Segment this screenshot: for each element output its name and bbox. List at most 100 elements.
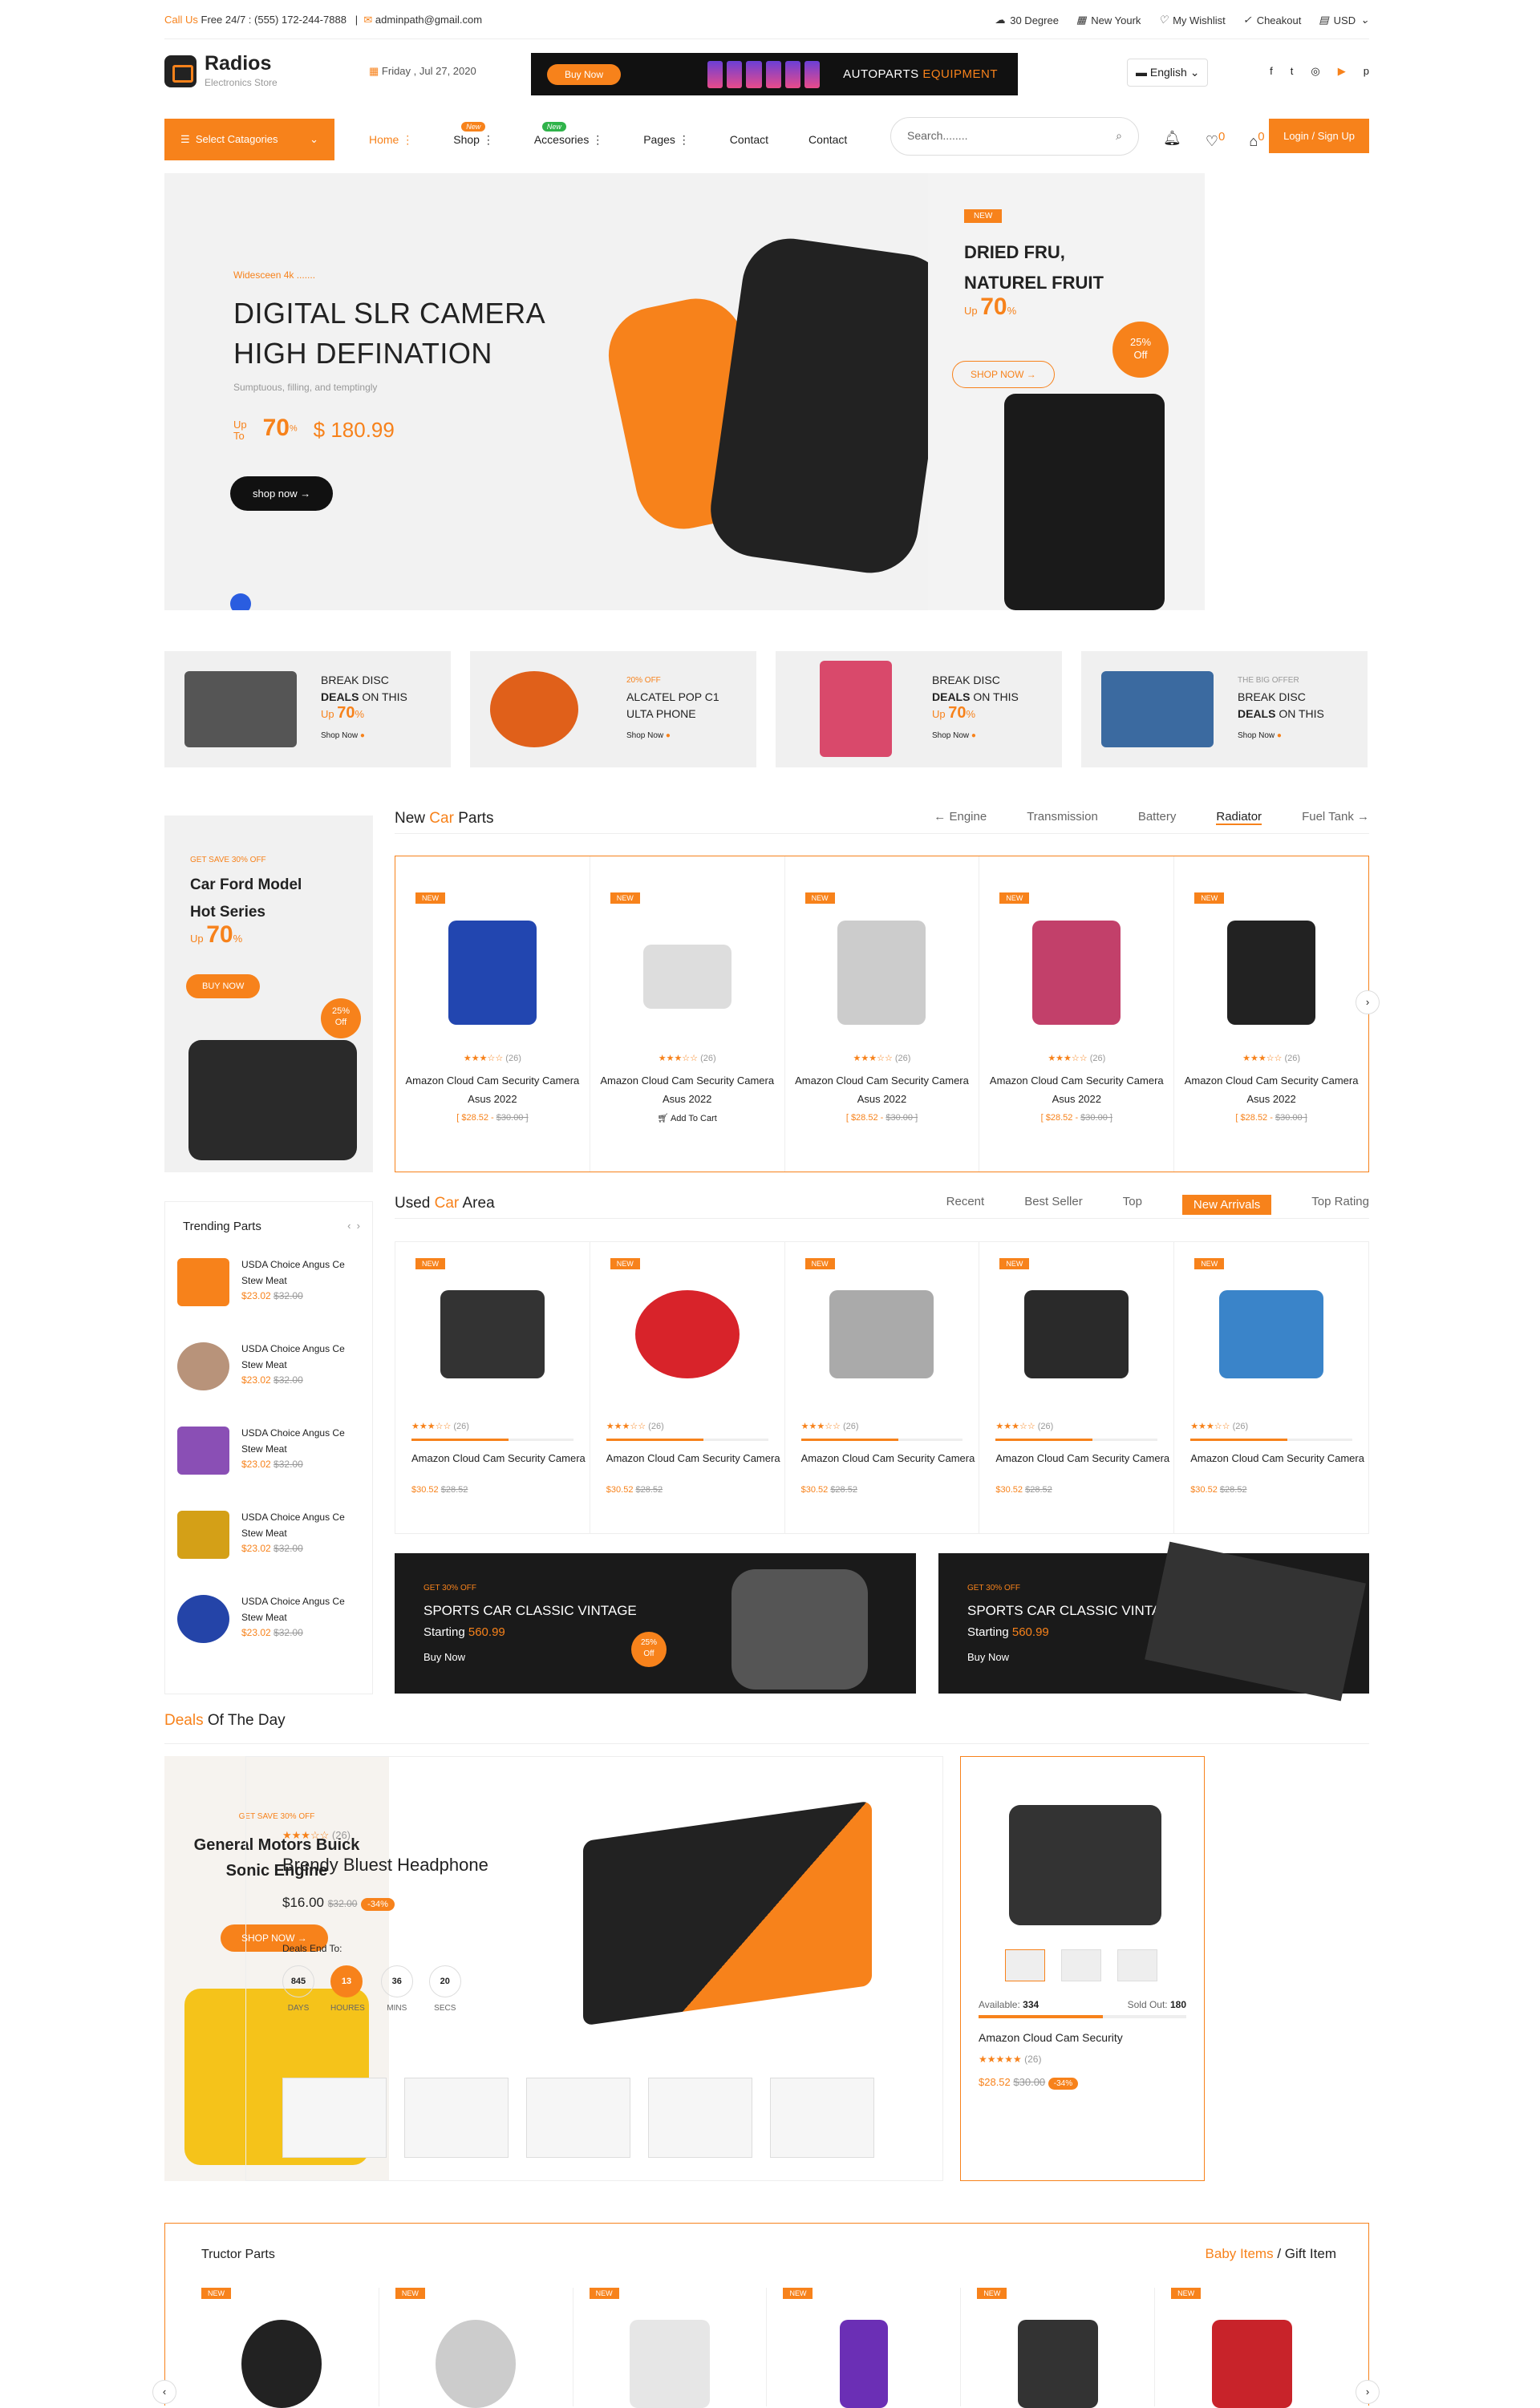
tab-baby-items[interactable]: Baby Items	[1206, 2246, 1274, 2261]
dark-banner[interactable]: GET 30% OFF SPORTS CAR CLASSIC VINTAGE S…	[395, 1553, 916, 1694]
product-name[interactable]: Amazon Cloud Cam Security	[979, 2031, 1123, 2044]
nav-shop[interactable]: New Shop ⋮	[453, 122, 494, 147]
product-card[interactable]: NEW ★★★☆☆ (26) Amazon Cloud Cam Security C…	[1174, 856, 1368, 1172]
youtube-icon[interactable]: ▶	[1338, 65, 1346, 78]
list-item[interactable]: USDA Choice Angus Ce Stew Meat $23.02 $32…	[177, 1579, 366, 1651]
product-card[interactable]: NEW ★★★☆☆ (26) Amazon Cloud Cam Security C…	[395, 1242, 590, 1533]
banner-shop-now[interactable]: Shop Now ●	[1238, 727, 1324, 744]
currency-select[interactable]: ▤ USD ⌄	[1319, 14, 1369, 26]
banner-shop-now[interactable]: Shop Now ●	[932, 727, 1019, 744]
product-card[interactable]: NEW ★★★☆☆ (26) Amazon Cloud Cam Security C…	[979, 1242, 1175, 1533]
product-name[interactable]: Amazon Cloud Cam Security Camera Asus 20…	[590, 1071, 784, 1108]
thumb-3[interactable]	[1117, 1949, 1157, 1981]
product-card[interactable]: NEW ★★★☆☆ (26) Amazon Cloud Cam Security C…	[785, 856, 980, 1172]
thumb-laptop[interactable]	[282, 2078, 387, 2158]
trending-arrows[interactable]: ‹ ›	[347, 1220, 360, 1232]
thumb-2[interactable]	[1061, 1949, 1101, 1981]
language-select[interactable]: ▬ English ⌄	[1127, 59, 1209, 87]
product-card[interactable]: NEW	[379, 2288, 573, 2408]
list-item[interactable]: USDA Choice Angus Ce Stew Meat $23.02 $32…	[177, 1326, 366, 1398]
product-card[interactable]: NEW ★★★☆☆ (26) Amazon Cloud Cam Security C…	[979, 856, 1175, 1172]
hero-shop-now-button[interactable]: shop now →	[230, 476, 334, 511]
list-item[interactable]: USDA Choice Angus Ce Stew Meat $23.02 $32…	[177, 1242, 366, 1314]
search-icon[interactable]: ⌕	[1116, 129, 1122, 143]
nav-contact-2[interactable]: Contact	[808, 133, 847, 147]
email-link[interactable]: adminpath@gmail.com	[375, 14, 482, 26]
list-item[interactable]: USDA Choice Angus Ce Stew Meat $23.02 $32…	[177, 1410, 366, 1483]
product-card[interactable]: NEW	[961, 2288, 1156, 2408]
tab-engine[interactable]: ← Engine	[934, 810, 987, 824]
product-card[interactable]: NEW	[573, 2288, 768, 2408]
product-name[interactable]: Amazon Cloud Cam Security Camera	[801, 1449, 979, 1467]
search-input[interactable]: Search........ ⌕	[890, 117, 1139, 156]
offer-banner[interactable]: 20% OFF ALCATEL POP C1 ULTA PHONE Shop Now …	[470, 651, 756, 767]
product-card[interactable]: NEW ★★★☆☆ (26) Amazon Cloud Cam Security C…	[590, 856, 785, 1172]
login-signup-button[interactable]: Login / Sign Up	[1269, 119, 1369, 153]
slider-dot[interactable]	[230, 593, 251, 610]
nav-home[interactable]: Home ⋮	[369, 133, 413, 147]
prev-arrow-icon[interactable]: ‹	[152, 2380, 176, 2404]
banner-shop-now[interactable]: Shop Now ●	[321, 727, 407, 744]
side-promo-card[interactable]: NEW DRIED FRU, NATUREL FRUIT Up 70% 25% Of…	[928, 173, 1205, 610]
pinterest-icon[interactable]: p	[1364, 65, 1369, 78]
dark-banner[interactable]: GET 30% OFF SPORTS CAR CLASSIC VINTAGE S…	[938, 1541, 1369, 1702]
product-name[interactable]: Amazon Cloud Cam Security Camera Asus 20…	[1174, 1071, 1368, 1108]
facebook-icon[interactable]: f	[1270, 65, 1273, 78]
product-name[interactable]: Amazon Cloud Cam Security Camera	[411, 1449, 590, 1467]
product-card[interactable]: NEW	[767, 2288, 962, 2408]
instagram-icon[interactable]: ◎	[1311, 65, 1319, 78]
next-arrow-icon[interactable]: ›	[1356, 990, 1380, 1014]
bell-icon[interactable]: 🔔︎	[1163, 130, 1181, 150]
location-item[interactable]: ▦ New Yourk	[1076, 14, 1141, 26]
tab-top-rating[interactable]: Top Rating	[1311, 1195, 1369, 1215]
offer-banner[interactable]: BREAK DISC DEALS ON THIS Up 70% Shop Now ●	[164, 651, 451, 767]
product-name[interactable]: Amazon Cloud Cam Security Camera Asus 20…	[395, 1071, 590, 1108]
product-card[interactable]: NEW ★★★☆☆ (26) Amazon Cloud Cam Security C…	[590, 1242, 785, 1533]
thumb-mouse[interactable]	[526, 2078, 630, 2158]
buy-now-button[interactable]: BUY NOW	[186, 974, 261, 998]
cart-icon[interactable]: ⌂0	[1249, 130, 1264, 150]
left-promo-card[interactable]: GET SAVE 30% OFF Car Ford Model Hot Serie…	[164, 815, 373, 1172]
add-to-cart-button[interactable]: 🛒︎ Add To Cart	[590, 1113, 784, 1123]
promo-buy-button[interactable]: Buy Now	[547, 64, 622, 85]
tab-fuel-tank[interactable]: Fuel Tank →	[1302, 810, 1369, 824]
banner-shop-now[interactable]: Shop Now ●	[626, 727, 719, 744]
product-card[interactable]: NEW ★★★☆☆ (26) Amazon Cloud Cam Security C…	[785, 1242, 980, 1533]
thumb-webcam[interactable]	[404, 2078, 509, 2158]
deal-right-card[interactable]: Available: 334 Sold Out: 180 Amazon Cloud…	[960, 1756, 1205, 2181]
product-name[interactable]: Amazon Cloud Cam Security Camera	[1190, 1449, 1368, 1467]
logo[interactable]: Radios Electronics Store	[164, 52, 278, 90]
wishlist-link[interactable]: ♡ My Wishlist	[1158, 14, 1225, 26]
offer-banner[interactable]: BREAK DISC DEALS ON THIS Up 70% Shop Now ●	[776, 651, 1062, 767]
product-name[interactable]: Amazon Cloud Cam Security Camera	[606, 1449, 784, 1467]
next-arrow-icon[interactable]: ›	[1356, 2380, 1380, 2404]
side-shop-now-button[interactable]: SHOP NOW →	[952, 361, 1055, 388]
product-card[interactable]: NEW ★★★☆☆ (26) Amazon Cloud Cam Security C…	[1174, 1242, 1368, 1533]
nav-contact[interactable]: Contact	[730, 133, 768, 147]
select-categories-button[interactable]: ☰ Select Catagories ⌄	[164, 119, 334, 160]
checkout-link[interactable]: ✓ Cheakout	[1243, 14, 1302, 26]
nav-pages[interactable]: Pages ⋮	[643, 133, 690, 147]
thumb-laptop-2[interactable]	[770, 2078, 874, 2158]
promo-banner[interactable]: Buy Now AUTOPARTS EQUIPMENT	[531, 53, 1018, 95]
product-card[interactable]: NEW ★★★☆☆ (26) Amazon Cloud Cam Security C…	[395, 856, 590, 1172]
deal-main-card[interactable]: ★★★☆☆ (26) Brendy Bluest Headphone $16.0…	[245, 1756, 943, 2181]
tab-best-seller[interactable]: Best Seller	[1024, 1195, 1083, 1215]
tab-new-arrivals[interactable]: New Arrivals	[1181, 1195, 1272, 1215]
product-card[interactable]: NEW	[185, 2288, 379, 2408]
tab-radiator[interactable]: Radiator	[1216, 810, 1262, 825]
thumb-1[interactable]	[1005, 1949, 1045, 1981]
buy-now-link[interactable]: Buy Now	[967, 1651, 1009, 1663]
product-name[interactable]: Amazon Cloud Cam Security Camera	[995, 1449, 1173, 1467]
twitter-icon[interactable]: t	[1291, 65, 1294, 78]
tab-recent[interactable]: Recent	[946, 1195, 985, 1215]
deal-product-name[interactable]: Brendy Bluest Headphone	[282, 1855, 488, 1876]
offer-banner[interactable]: THE BIG OFFER BREAK DISC DEALS ON THIS Shop…	[1081, 651, 1368, 767]
product-name[interactable]: Amazon Cloud Cam Security Camera Asus 20…	[785, 1071, 979, 1108]
tab-gift-item[interactable]: / Gift Item	[1277, 2246, 1336, 2261]
list-item[interactable]: USDA Choice Angus Ce Stew Meat $23.02 $32…	[177, 1495, 366, 1567]
tab-battery[interactable]: Battery	[1138, 810, 1177, 824]
buy-now-link[interactable]: Buy Now	[424, 1651, 465, 1663]
thumb-tablet[interactable]	[648, 2078, 752, 2158]
tab-top[interactable]: Top	[1123, 1195, 1142, 1215]
